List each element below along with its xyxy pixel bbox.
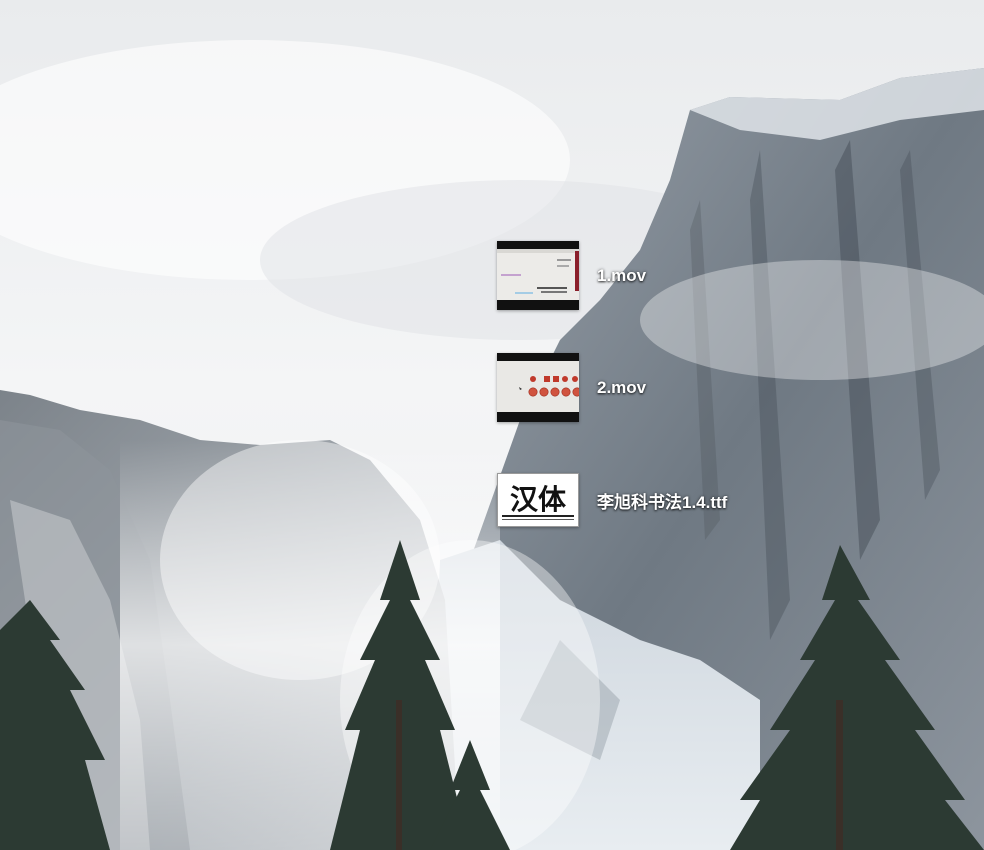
desktop-wallpaper — [0, 0, 984, 850]
file-name-label[interactable]: 1.mov — [597, 266, 646, 286]
video-frame-preview — [497, 249, 579, 300]
video-thumbnail-icon[interactable] — [497, 241, 579, 310]
font-sample-preview: 汉体 — [502, 483, 574, 520]
file-name-label[interactable]: 2.mov — [597, 378, 646, 398]
video-thumbnail-icon[interactable] — [497, 353, 579, 422]
video-frame-preview — [497, 361, 579, 412]
svg-text:汉体: 汉体 — [510, 483, 567, 516]
desktop-file-2-mov[interactable]: 2.mov — [497, 353, 646, 422]
desktop-file-1-mov[interactable]: 1.mov — [497, 241, 646, 310]
font-preview-icon[interactable]: 汉体 — [497, 473, 579, 527]
desktop-file-font-ttf[interactable]: 汉体 李旭科书法1.4.ttf — [497, 473, 727, 527]
file-name-label[interactable]: 李旭科书法1.4.ttf — [597, 488, 727, 513]
